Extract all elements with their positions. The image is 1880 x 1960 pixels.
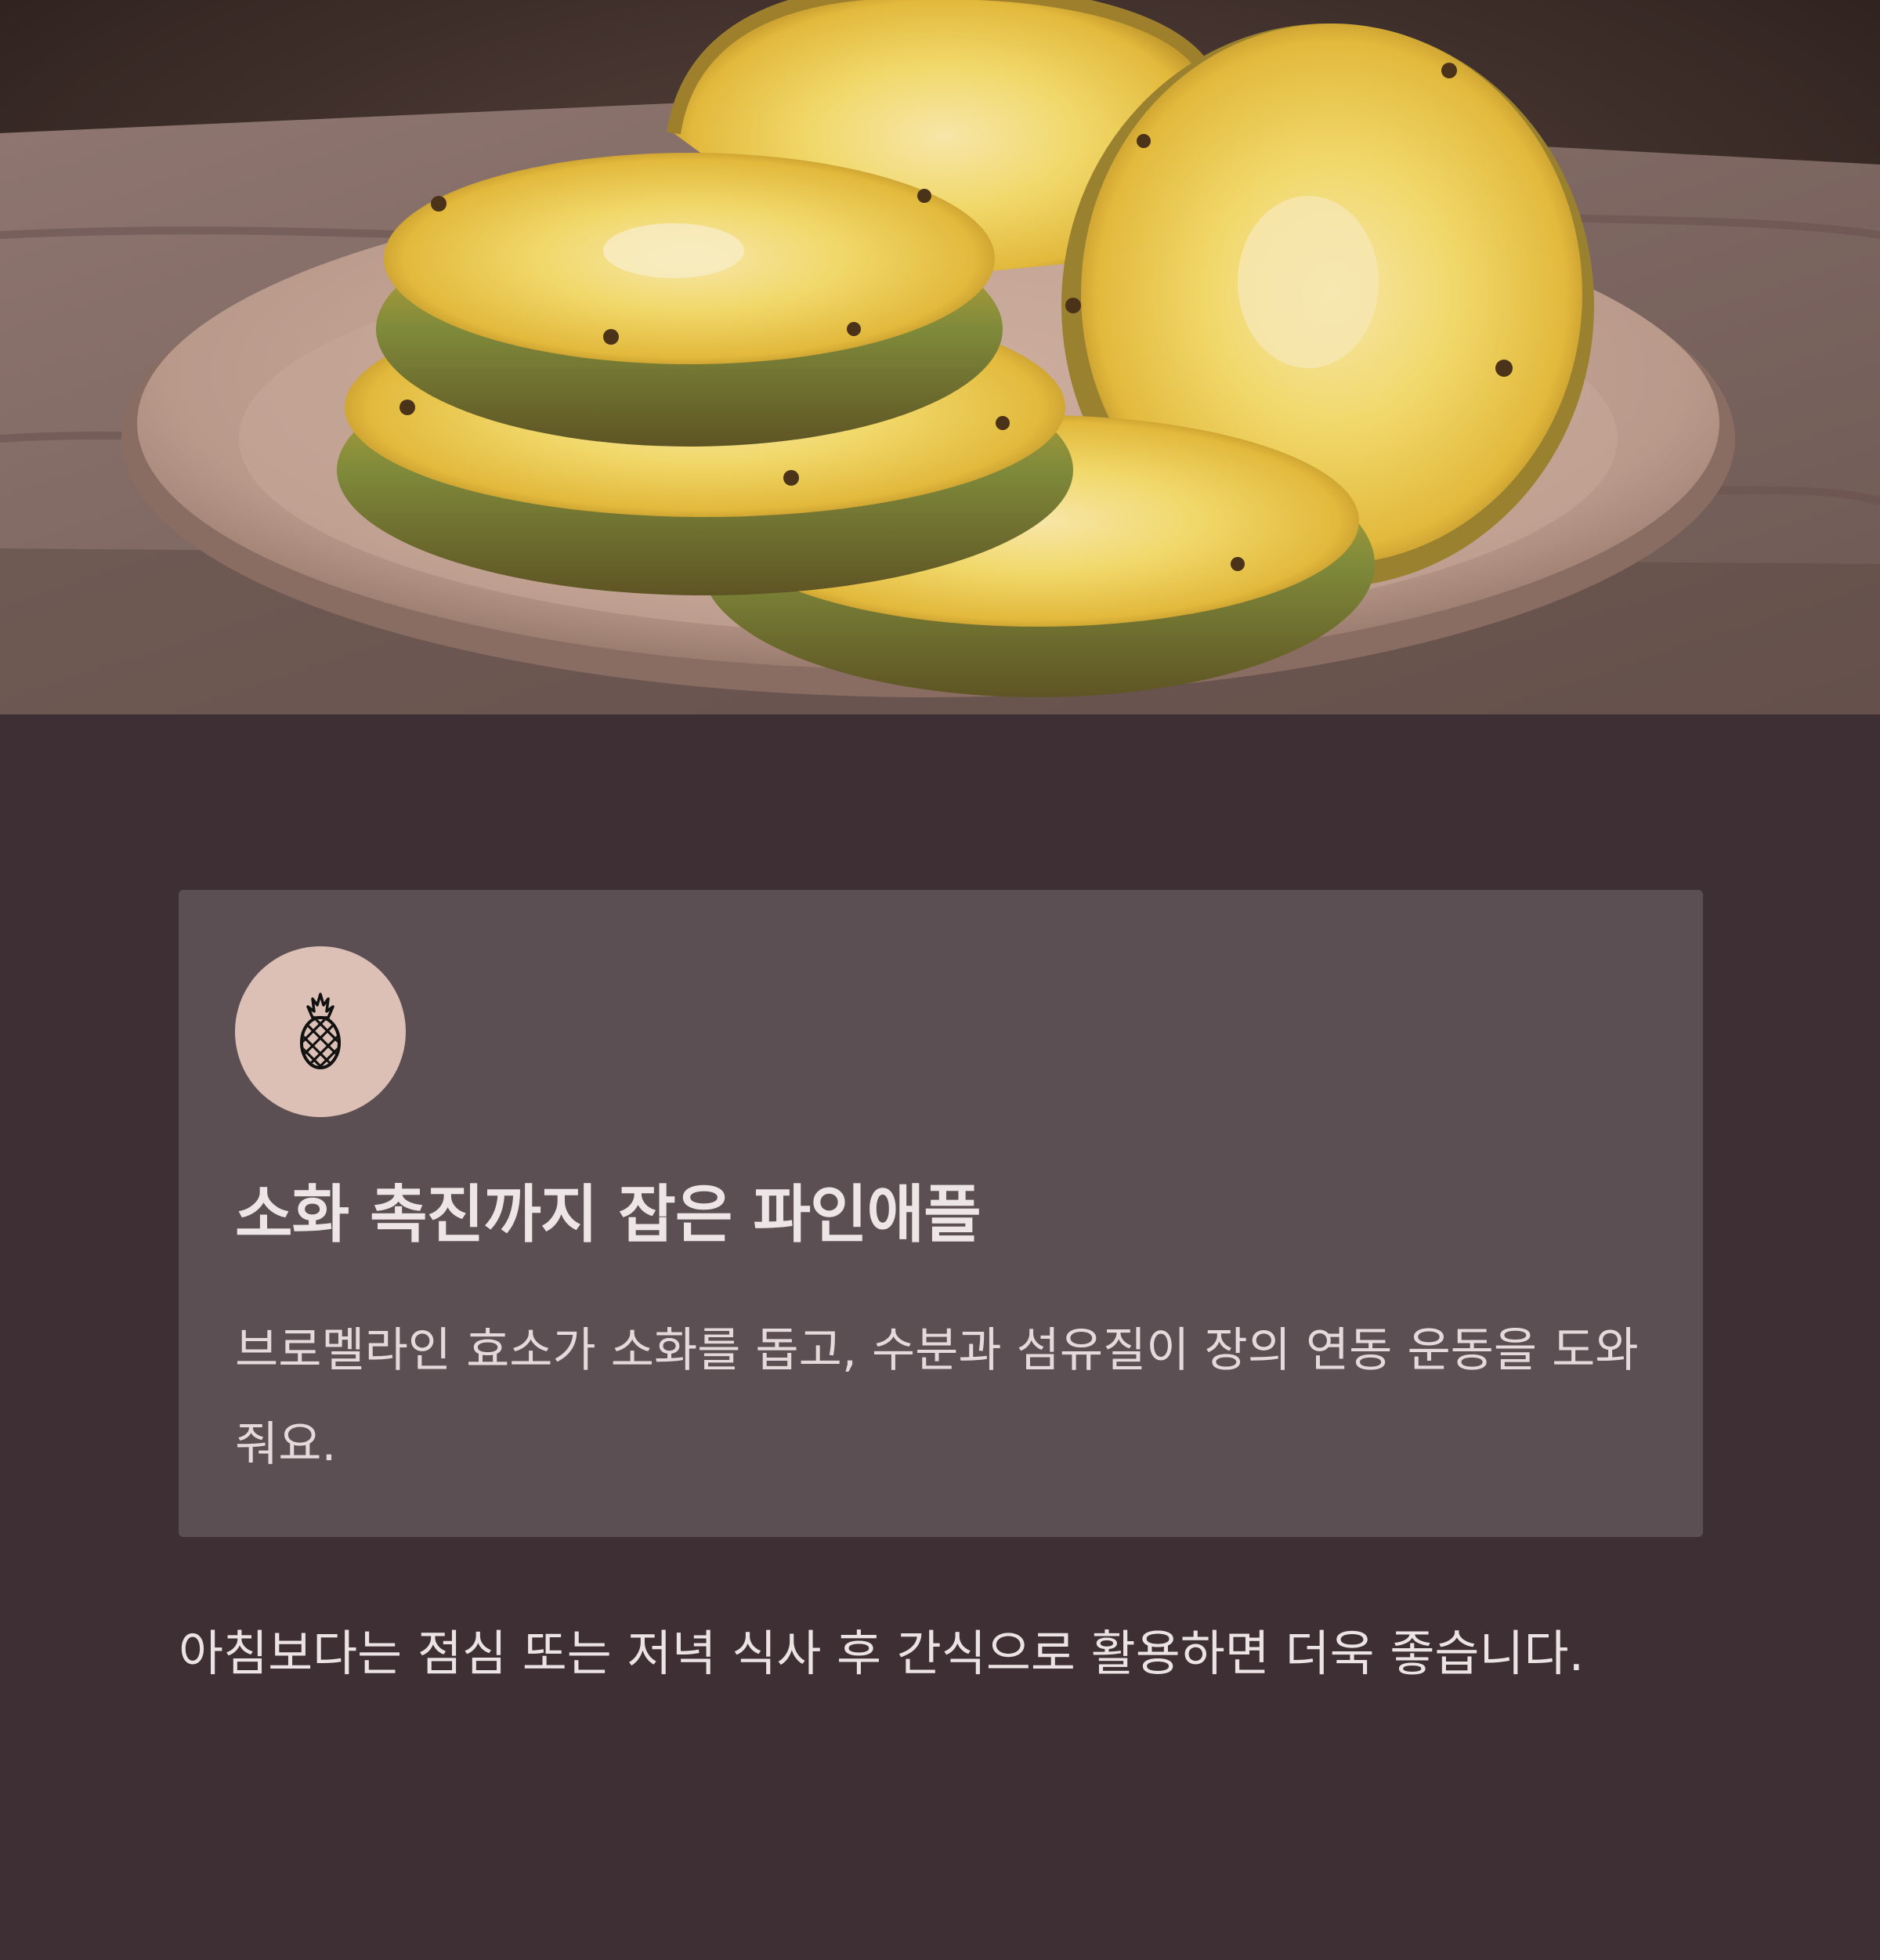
hero-image — [0, 0, 1880, 714]
pineapple-icon-badge — [235, 946, 406, 1117]
pineapple-icon — [300, 993, 341, 1069]
card-title: 소화 촉진까지 잡은 파인애플 — [235, 1178, 982, 1251]
content-page: 소화 촉진까지 잡은 파인애플 브로멜라인 효소가 소화를 돕고, 수분과 섬유… — [0, 0, 1880, 1960]
info-card: 소화 촉진까지 잡은 파인애플 브로멜라인 효소가 소화를 돕고, 수분과 섬유… — [179, 890, 1703, 1537]
card-description: 브로멜라인 효소가 소화를 돕고, 수분과 섬유질이 장의 연동 운동을 도와줘… — [235, 1323, 1639, 1472]
tip-text: 아침보다는 점심 또는 저녁 식사 후 간식으로 활용하면 더욱 좋습니다. — [179, 1625, 1585, 1682]
